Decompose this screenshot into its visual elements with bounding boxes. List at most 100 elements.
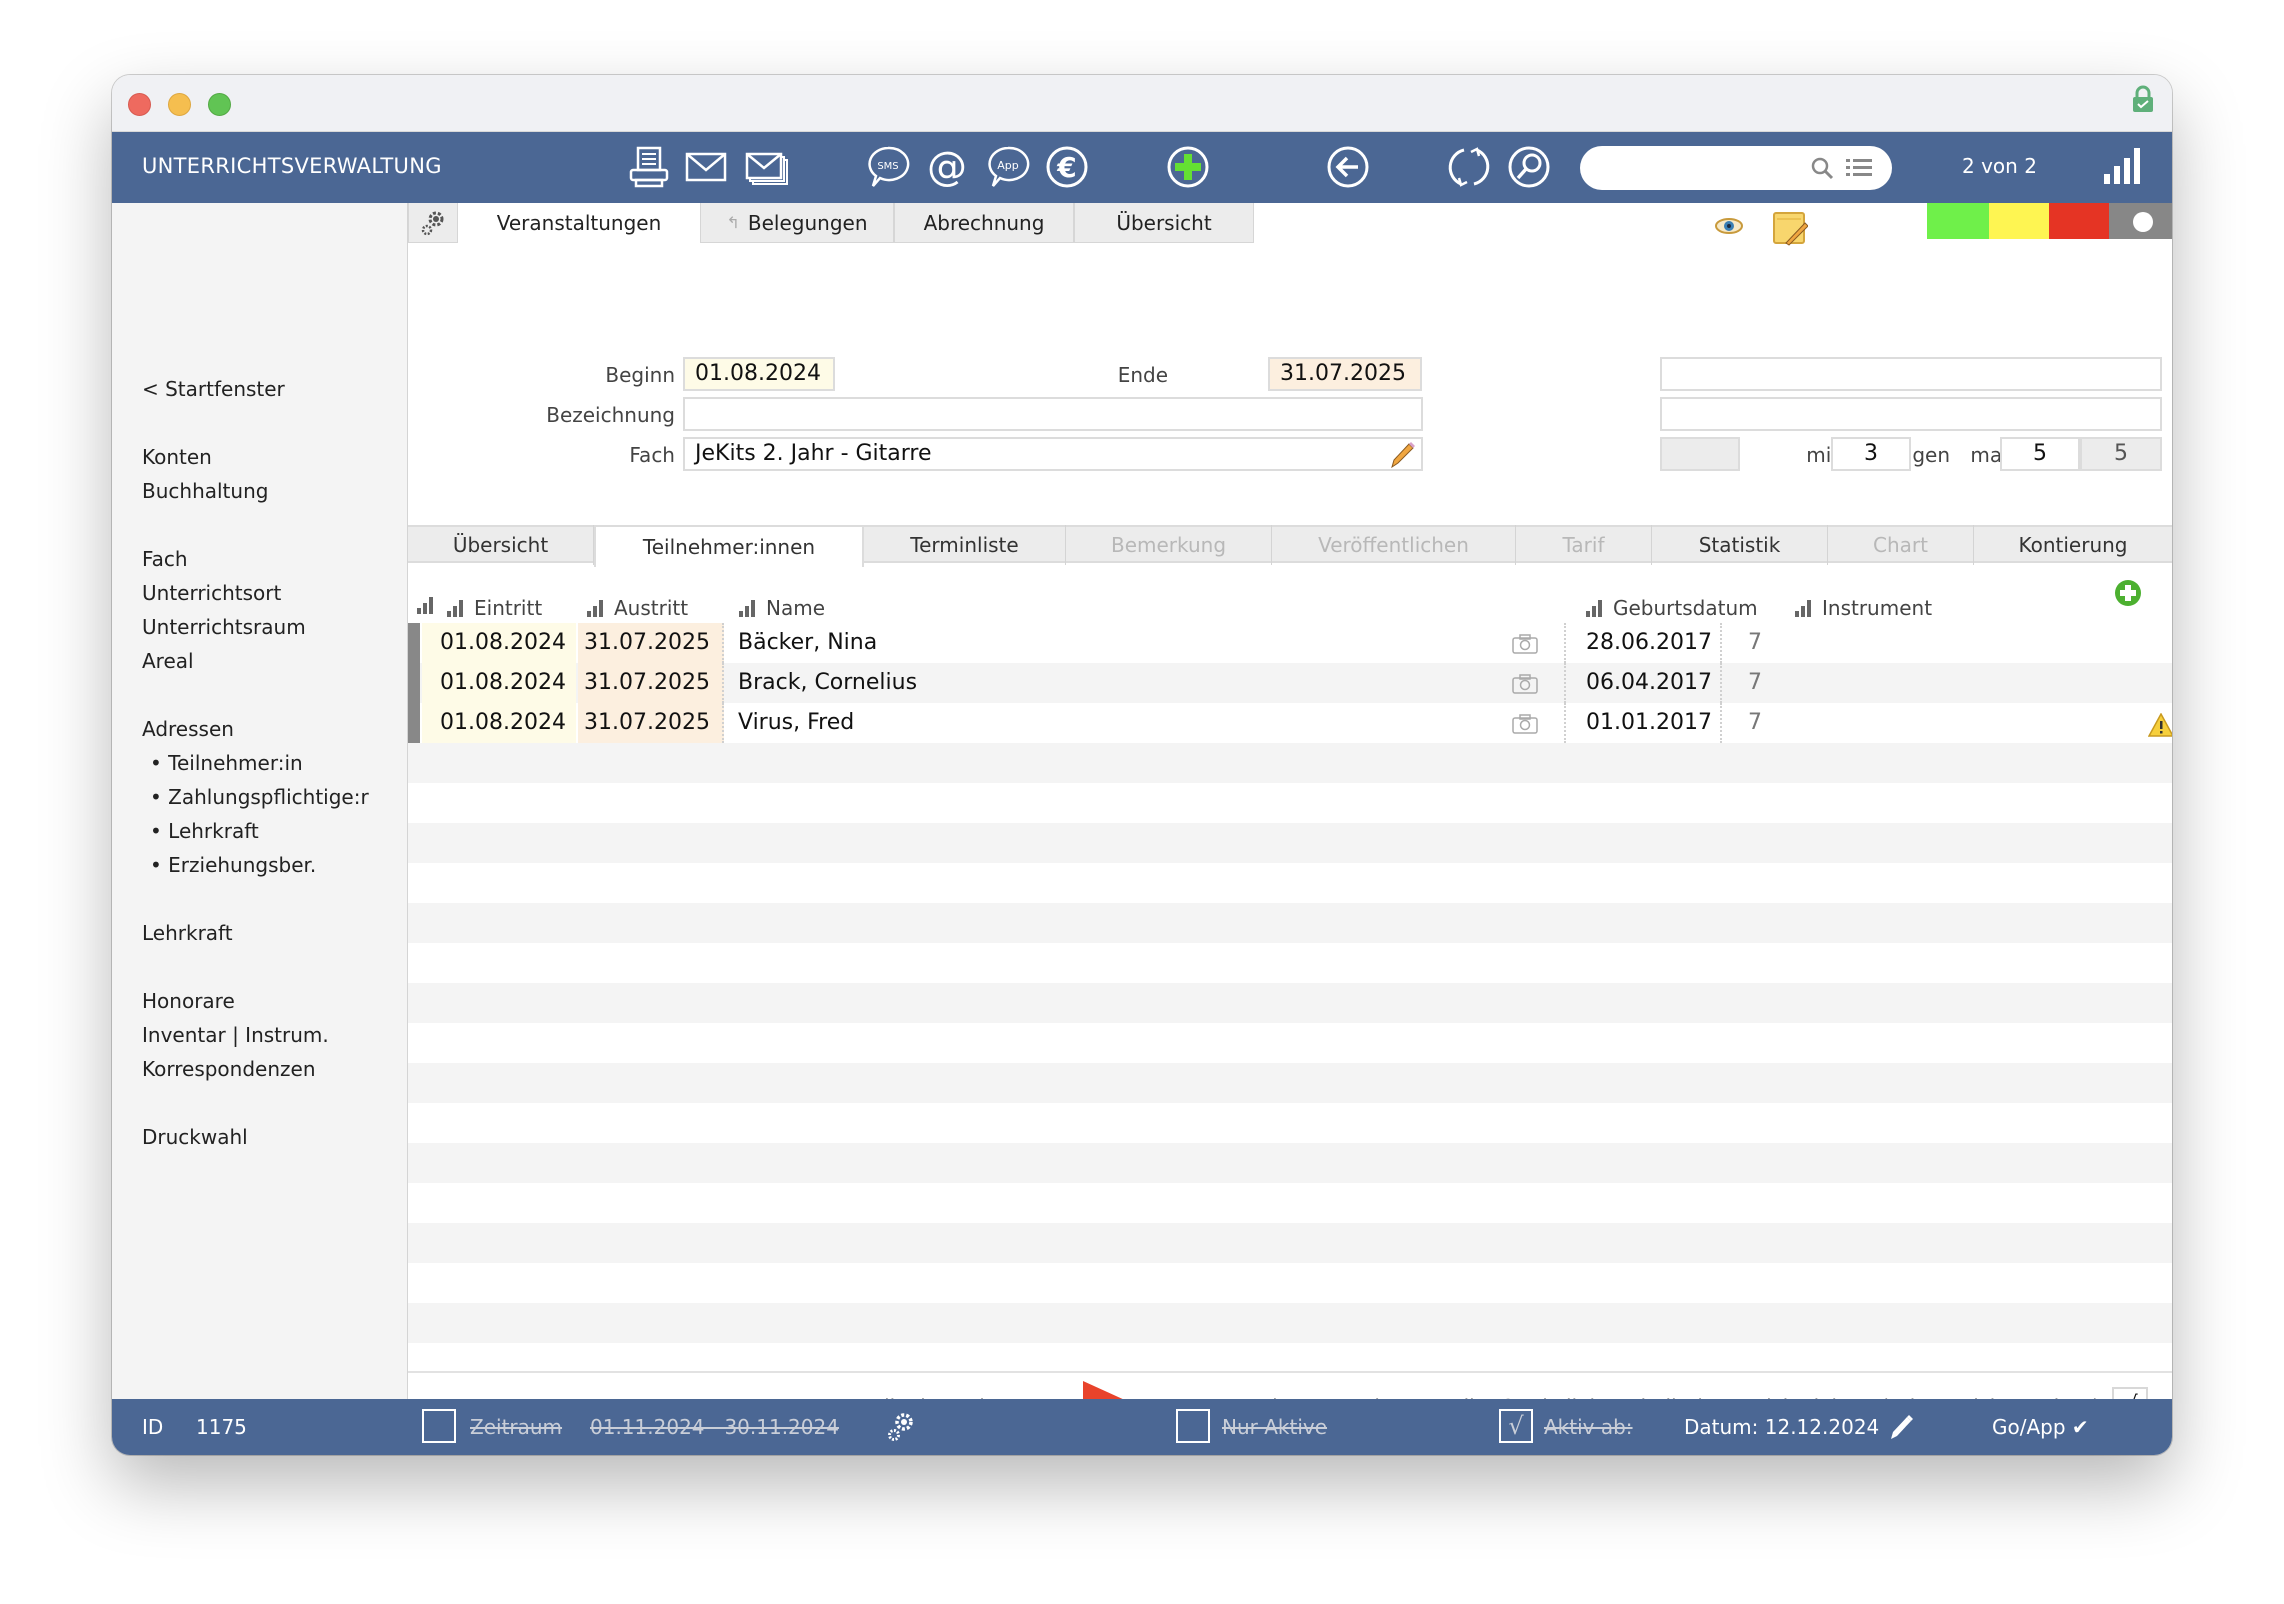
- svg-text:€: €: [1056, 151, 1076, 184]
- sidebar-item-druckwahl[interactable]: Druckwahl: [142, 1125, 248, 1149]
- at-icon[interactable]: @: [922, 142, 972, 192]
- table-row[interactable]: 01.08.2024 31.07.2025 Virus, Fred 01.01.…: [408, 703, 2172, 743]
- mail-icon[interactable]: [681, 142, 731, 192]
- sidebar-item-adressen[interactable]: Adressen: [142, 717, 234, 741]
- app-icon[interactable]: App: [983, 142, 1033, 192]
- subtab-tarif[interactable]: Tarif: [1516, 525, 1652, 565]
- sort-all-button[interactable]: [416, 596, 434, 614]
- kurs-nr-field[interactable]: [1660, 357, 2162, 391]
- sidebar-item-unterrichtsort[interactable]: Unterrichtsort: [142, 581, 281, 605]
- fach-field[interactable]: JeKits 2. Jahr - Gitarre: [683, 437, 1423, 471]
- kommentar-field[interactable]: [1660, 397, 2162, 431]
- sidebar-item-zahlungspflichtige[interactable]: • Zahlungspflichtige:r: [150, 785, 369, 809]
- list-icon[interactable]: [1846, 157, 1872, 179]
- zoom-window-button[interactable]: [208, 93, 231, 116]
- sidebar-item-unterrichtsraum[interactable]: Unterrichtsraum: [142, 615, 306, 639]
- subtab-terminliste[interactable]: Terminliste: [864, 525, 1066, 565]
- tab-uebersicht[interactable]: Übersicht: [1074, 203, 1254, 243]
- min-field[interactable]: 3: [1831, 437, 1911, 471]
- sidebar-item-lehrkraft[interactable]: Lehrkraft: [142, 921, 233, 945]
- search-field[interactable]: [1580, 146, 1892, 190]
- sidebar-item-fach[interactable]: Fach: [142, 547, 188, 571]
- sidebar-item-lehrkraft-adresse[interactable]: • Lehrkraft: [150, 819, 259, 843]
- subtab-veroeffentlichen[interactable]: Veröffentlichen: [1272, 525, 1516, 565]
- sort-icon: [739, 600, 755, 617]
- status-yellow[interactable]: [1989, 203, 2049, 239]
- col-geburtsdatum[interactable]: Geburtsdatum: [1585, 596, 1758, 620]
- tab-belegungen[interactable]: ↰ Belegungen: [700, 203, 894, 243]
- id-label: ID: [142, 1415, 164, 1439]
- search-zoom-icon[interactable]: [1504, 142, 1554, 192]
- gear-icon[interactable]: [886, 1411, 916, 1443]
- subtab-uebersicht[interactable]: Übersicht: [408, 525, 594, 565]
- notes-edit-icon[interactable]: [1772, 211, 1808, 247]
- back-icon[interactable]: [1323, 142, 1373, 192]
- print-icon[interactable]: [624, 142, 674, 192]
- min-label: min: [1806, 443, 1844, 467]
- tab-veranstaltungen[interactable]: Veranstaltungen: [458, 203, 700, 243]
- euro-icon[interactable]: €: [1042, 142, 1092, 192]
- table-row[interactable]: 01.08.2024 31.07.2025 Brack, Cornelius 0…: [408, 663, 2172, 703]
- sidebar-item-korrespondenzen[interactable]: Korrespondenzen: [142, 1057, 316, 1081]
- nur-aktive-checkbox[interactable]: [1176, 1409, 1210, 1443]
- datum-edit-icon[interactable]: [1888, 1413, 1914, 1441]
- empty-row: [408, 1143, 2172, 1183]
- table-row[interactable]: 01.08.2024 31.07.2025 Bäcker, Nina 28.06…: [408, 623, 2172, 663]
- add-participant-icon[interactable]: [2114, 579, 2142, 607]
- subtab-chart[interactable]: Chart: [1828, 525, 1974, 565]
- col-austritt[interactable]: Austritt: [586, 596, 688, 620]
- status-green[interactable]: [1927, 203, 1989, 239]
- sort-icon: [1795, 600, 1811, 617]
- empty-row: [408, 1263, 2172, 1303]
- empty-row: [408, 1223, 2172, 1263]
- alter-cell: 7: [1748, 710, 1762, 735]
- eintritt-cell: 01.08.2024: [422, 703, 576, 743]
- sidebar-item-inventar[interactable]: Inventar | Instrum.: [142, 1023, 329, 1047]
- pencil-icon[interactable]: [1389, 441, 1415, 469]
- bezeichnung-field[interactable]: [683, 397, 1423, 431]
- col-instrument[interactable]: Instrument: [1794, 596, 1932, 620]
- search-icon[interactable]: [1810, 156, 1834, 180]
- empty-row: [408, 823, 2172, 863]
- sms-icon[interactable]: SMS: [863, 142, 913, 192]
- status-grey[interactable]: [2109, 203, 2172, 239]
- refresh-icon[interactable]: [1444, 142, 1494, 192]
- empty-row: [408, 1103, 2172, 1143]
- col-eintritt[interactable]: Eintritt: [446, 596, 542, 620]
- empty-row: [408, 1183, 2172, 1223]
- camera-icon[interactable]: [1511, 673, 1539, 695]
- aktiv-ab-checkbox[interactable]: √: [1499, 1409, 1533, 1443]
- tab-abrechnung[interactable]: Abrechnung: [894, 203, 1074, 243]
- close-window-button[interactable]: [128, 93, 151, 116]
- id-value: 1175: [196, 1415, 247, 1439]
- zeitraum-checkbox[interactable]: [422, 1409, 456, 1443]
- sidebar-item-teilnehmer[interactable]: • Teilnehmer:in: [150, 751, 303, 775]
- signal-strength-icon[interactable]: [2102, 146, 2142, 186]
- sidebar-item-honorare[interactable]: Honorare: [142, 989, 235, 1013]
- zeitraum-range[interactable]: 01.11.2024 - 30.11.2024: [590, 1415, 839, 1439]
- camera-icon[interactable]: [1511, 713, 1539, 735]
- search-input[interactable]: [1598, 154, 1798, 182]
- subtab-bemerkung[interactable]: Bemerkung: [1066, 525, 1272, 565]
- col-eintritt-label: Eintritt: [474, 596, 543, 620]
- camera-icon[interactable]: [1511, 633, 1539, 655]
- minimize-window-button[interactable]: [168, 93, 191, 116]
- go-app-button[interactable]: Go/App ✔: [1992, 1415, 2089, 1439]
- subtab-teilnehmer[interactable]: Teilnehmer:innen: [594, 525, 864, 567]
- subtab-statistik[interactable]: Statistik: [1652, 525, 1828, 565]
- beginn-field[interactable]: 01.08.2024: [683, 357, 835, 391]
- sidebar-item-konten[interactable]: Konten: [142, 445, 212, 469]
- col-name[interactable]: Name: [738, 596, 825, 620]
- ende-field[interactable]: 31.07.2025: [1268, 357, 1422, 391]
- warning-icon[interactable]: [2148, 713, 2172, 737]
- sidebar-item-startfenster[interactable]: < Startfenster: [142, 377, 285, 401]
- sidebar-item-areal[interactable]: Areal: [142, 649, 194, 673]
- mail-multiple-icon[interactable]: [742, 142, 792, 192]
- eye-icon[interactable]: [1714, 215, 1744, 237]
- status-red[interactable]: [2049, 203, 2109, 239]
- sidebar-item-buchhaltung[interactable]: Buchhaltung: [142, 479, 268, 503]
- settings-tab[interactable]: [408, 203, 458, 243]
- add-icon[interactable]: [1163, 142, 1213, 192]
- sidebar-item-erziehungsberechtigte[interactable]: • Erziehungsber.: [150, 853, 316, 877]
- subtab-kontierung[interactable]: Kontierung: [1974, 525, 2172, 565]
